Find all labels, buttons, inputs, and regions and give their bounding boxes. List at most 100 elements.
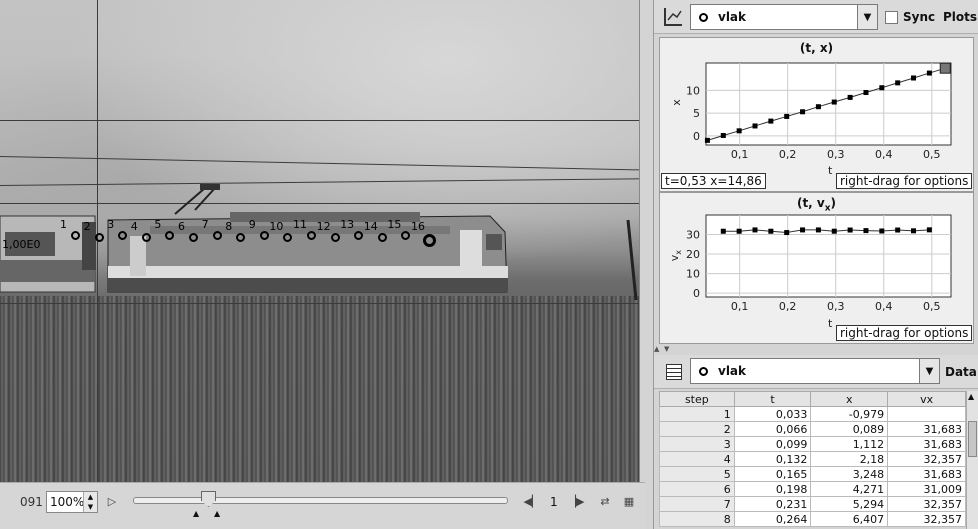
column-header[interactable]: x (810, 391, 889, 407)
track-mark[interactable] (189, 233, 198, 242)
table-row[interactable]: 7 0,231 5,294 32,357 (659, 496, 966, 512)
table-cell: 2 (659, 421, 735, 437)
plot-type-icon[interactable] (664, 8, 682, 26)
table-cell: 32,357 (887, 496, 966, 512)
track-mark[interactable] (377, 233, 387, 242)
zoom-field[interactable]: 100% ▲ ▼ (46, 491, 98, 513)
data-point (752, 123, 758, 129)
y-tick-label: 30 (686, 229, 700, 242)
track-mark[interactable] (423, 234, 436, 247)
zoom-value: 100% (50, 495, 85, 509)
column-header[interactable]: t (733, 391, 812, 407)
zoom-spinner[interactable]: ▲ ▼ (83, 492, 97, 512)
data-point (736, 128, 742, 134)
table-row[interactable]: 6 0,198 4,271 31,009 (659, 481, 966, 497)
data-button[interactable]: Data (945, 365, 977, 379)
track-mark-label: 2 (83, 220, 91, 233)
data-point (847, 227, 853, 233)
track-mark[interactable] (94, 233, 104, 242)
plot-toolbar: vlak ▼ Sync Plots (654, 0, 978, 34)
plot-vx-vs-t[interactable]: (t, vx) vx t 0,1 0,2 0,3 0,4 0,5 0 10 20 30 righ… (659, 192, 974, 344)
track-mark[interactable] (212, 231, 222, 240)
table-row[interactable]: 3 0,099 1,112 31,683 (659, 436, 966, 452)
y-tick-label: 10 (686, 84, 700, 97)
table-row[interactable]: 8 0,264 6,407 32,357 (659, 511, 966, 527)
table-cell: 6,407 (810, 511, 889, 527)
table-cell: 2,18 (810, 451, 889, 467)
x-tick-label: 0,3 (827, 300, 845, 313)
sync-label[interactable]: Sync (903, 10, 935, 24)
table-cell: 3,248 (810, 466, 889, 482)
right-panel: vlak ▼ Sync Plots (t, x) x t 0,1 0,2 0,3 0,… (653, 0, 978, 529)
table-row[interactable]: 4 0,132 2,18 32,357 (659, 451, 966, 467)
track-mark-label: 13 (340, 218, 355, 231)
splitter-down-icon[interactable]: ▼ (664, 345, 669, 353)
step-back-icon[interactable]: ◀▏ (524, 493, 541, 509)
axis-horizontal[interactable] (0, 303, 639, 304)
chevron-down-icon[interactable]: ▼ (857, 5, 877, 29)
play-icon[interactable]: ▷ (104, 493, 120, 509)
track-mark[interactable] (307, 231, 316, 240)
splitter-up-icon[interactable]: ▲ (654, 345, 659, 353)
data-point (736, 228, 742, 234)
table-track-selector[interactable]: vlak ▼ (690, 358, 940, 384)
overhead-wire (0, 120, 639, 121)
track-mark-label: 1 (60, 218, 67, 231)
data-table[interactable]: step t x vx 1 0,033 -0,979 2 0,066 0,089 31,683 3 0… (659, 391, 966, 527)
data-point (911, 75, 917, 81)
column-header[interactable]: vx (887, 391, 966, 407)
table-cell: 0,132 (733, 451, 812, 467)
scroll-up-icon[interactable]: ▲ (968, 392, 974, 401)
table-cell: 7 (659, 496, 735, 512)
sync-checkbox[interactable] (885, 11, 898, 24)
table-scrollbar[interactable]: ▲ (966, 391, 978, 529)
x-tick-label: 0,5 (923, 148, 941, 161)
selected-point[interactable] (939, 62, 951, 74)
track-mark[interactable] (330, 233, 340, 242)
data-point (879, 85, 885, 91)
track-mark-label: 4 (130, 220, 138, 233)
step-forward-icon[interactable]: ▕▶ (568, 493, 585, 509)
table-cell: 1 (659, 406, 735, 422)
data-point (911, 228, 917, 234)
chevron-down-icon[interactable]: ▼ (919, 359, 939, 383)
x-tick-label: 0,1 (731, 300, 749, 313)
data-point (847, 94, 853, 100)
table-cell (887, 406, 966, 422)
track-mark[interactable] (259, 231, 269, 240)
column-header[interactable]: step (659, 391, 735, 407)
table-cell: 0,099 (733, 436, 812, 452)
data-point (863, 90, 869, 96)
frame-slider[interactable] (133, 497, 508, 504)
frame-number: 091 (20, 495, 43, 509)
plot-canvas[interactable]: 0,1 0,2 0,3 0,4 0,5 0 10 20 30 (660, 193, 975, 345)
table-cell: -0,979 (810, 406, 889, 422)
end-marker-icon[interactable]: ▲ (214, 509, 220, 518)
data-point (768, 118, 774, 124)
loop-icon[interactable]: ⇄ (597, 493, 613, 509)
table-icon[interactable] (666, 364, 682, 380)
table-cell: 6 (659, 481, 735, 497)
track-selector[interactable]: vlak ▼ (690, 4, 878, 30)
plot-canvas[interactable]: 0,1 0,2 0,3 0,4 0,5 0 5 10 (660, 38, 975, 193)
plots-button[interactable]: Plots (943, 10, 977, 24)
data-point (784, 230, 790, 236)
player-bar: 091 100% ▲ ▼ ▷ ▲ ▲ ◀▏ 1 ▕▶ ⇄ ▦ (0, 482, 645, 529)
start-marker-icon[interactable]: ▲ (193, 509, 199, 518)
track-mark[interactable] (71, 231, 80, 240)
table-row[interactable]: 5 0,165 3,248 31,683 (659, 466, 966, 482)
step-size[interactable]: 1 (550, 495, 558, 509)
table-cell: 5,294 (810, 496, 889, 512)
video-settings-icon[interactable]: ▦ (621, 493, 637, 509)
plot-x-vs-t[interactable]: (t, x) x t 0,1 0,2 0,3 0,4 0,5 0 5 10 t=0,53 x=… (659, 37, 974, 192)
scroll-thumb[interactable] (968, 421, 977, 457)
slider-thumb[interactable] (201, 491, 216, 507)
table-row[interactable]: 2 0,066 0,089 31,683 (659, 421, 966, 437)
track-mark-label: 10 (269, 220, 284, 233)
data-point (815, 104, 821, 110)
track-mark-label: 14 (363, 220, 378, 233)
track-mark[interactable] (141, 233, 151, 242)
video-view[interactable]: 1,00E0 1 2 3 4 5 6 7 8 9 10 11 12 13 14 15 16 (0, 0, 640, 482)
table-row[interactable]: 1 0,033 -0,979 (659, 406, 966, 422)
table-cell: 0,089 (810, 421, 889, 437)
